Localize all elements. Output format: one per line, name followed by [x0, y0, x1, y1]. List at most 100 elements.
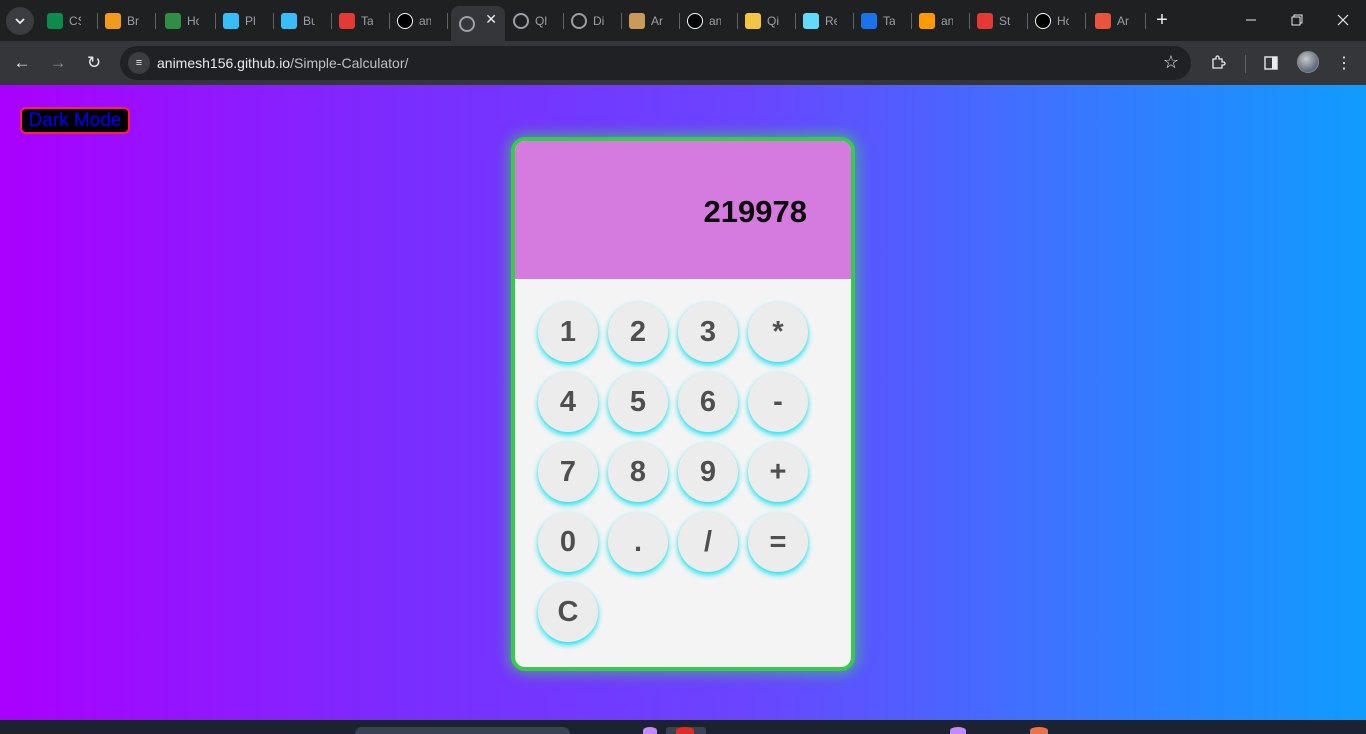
tab-title: Pl	[245, 14, 256, 28]
key-equals-button[interactable]: =	[748, 512, 808, 572]
browser-menu-button[interactable]: ⋮	[1331, 50, 1357, 76]
minimize-button[interactable]	[1228, 6, 1274, 34]
tab-title: an	[709, 14, 721, 28]
page-viewport: Dark Mode 219978 1 2 3 * 4 5 6- 7 8 9 +0. / = C	[0, 85, 1366, 720]
browser-tab[interactable]: Hc	[1027, 7, 1086, 35]
taskbar-search-box[interactable]	[355, 727, 570, 734]
close-icon	[1337, 14, 1349, 26]
key-4-button[interactable]: 4	[538, 372, 598, 432]
key-add-button[interactable]: +	[748, 442, 808, 502]
profile-avatar[interactable]	[1297, 51, 1319, 73]
side-panel-icon	[1264, 56, 1278, 70]
browser-tab[interactable]: St	[969, 7, 1028, 35]
reload-button[interactable]: ↻	[80, 49, 108, 77]
display-value: 219978	[703, 194, 807, 229]
tune-icon: ≡	[135, 57, 143, 69]
dark-mode-button[interactable]: Dark Mode	[20, 107, 130, 134]
minimize-icon	[1246, 19, 1256, 21]
key-decimal-button[interactable]: .	[608, 512, 668, 572]
site-info-button[interactable]: ≡	[128, 52, 150, 74]
browser-toolbar: ← → ↻ ≡ animesh156.github.io/Simple-Calc…	[0, 41, 1366, 85]
key-6-button[interactable]: 6	[678, 372, 738, 432]
taskbar-app-icon[interactable]	[1030, 727, 1048, 734]
chat-bubble-icon	[745, 13, 761, 29]
back-button[interactable]: ←	[8, 49, 36, 77]
tab-title: Ar	[651, 14, 663, 28]
browser-tab[interactable]: Ta	[853, 7, 912, 35]
calculator-display: 219978	[515, 141, 851, 279]
image-icon	[629, 13, 645, 29]
tab-title: Hc	[187, 14, 199, 28]
arrow-right-icon: →	[49, 53, 67, 72]
tab-search-button[interactable]	[6, 7, 34, 35]
blue-circle-icon	[861, 13, 877, 29]
tab-title: an	[941, 14, 953, 28]
chevron-down-icon	[15, 18, 25, 25]
browser-tab[interactable]: an	[389, 7, 448, 35]
browser-tab[interactable]: ✕	[451, 6, 505, 41]
react-icon	[803, 13, 819, 29]
browser-tab[interactable]: Re	[795, 7, 854, 35]
key-9-button[interactable]: 9	[678, 442, 738, 502]
browser-tab[interactable]: Ql	[505, 7, 564, 35]
bar-chart-icon	[977, 13, 993, 29]
tailwind-icon	[223, 13, 239, 29]
bookmark-star-icon[interactable]: ☆	[1163, 52, 1179, 73]
tab-separator	[155, 13, 156, 29]
reload-icon: ↻	[86, 53, 102, 72]
key-3-button[interactable]: 3	[678, 302, 738, 362]
url-text[interactable]: animesh156.github.io/Simple-Calculator/	[157, 55, 408, 71]
x-logo-icon	[1035, 13, 1051, 29]
taskbar-app-icon[interactable]	[643, 727, 657, 734]
browser-tab[interactable]: an	[679, 7, 738, 35]
close-window-button[interactable]	[1320, 6, 1366, 34]
key-subtract-button[interactable]: -	[748, 372, 808, 432]
w-logo-icon	[47, 13, 63, 29]
tailwind-icon	[281, 13, 297, 29]
key-8-button[interactable]: 8	[608, 442, 668, 502]
key-0-button[interactable]: 0	[538, 512, 598, 572]
tab-close-icon[interactable]: ✕	[485, 11, 497, 28]
key-5-button[interactable]: 5	[608, 372, 668, 432]
browser-tab[interactable]: Br	[97, 7, 156, 35]
browser-tab[interactable]: Bu	[273, 7, 332, 35]
address-bar[interactable]: ≡ animesh156.github.io/Simple-Calculator…	[120, 46, 1191, 80]
tab-title: an	[419, 14, 431, 28]
key-divide-button[interactable]: /	[678, 512, 738, 572]
browser-tab[interactable]: Ar	[1087, 7, 1146, 35]
forward-button[interactable]: →	[44, 49, 72, 77]
key-2-button[interactable]: 2	[608, 302, 668, 362]
browser-tab[interactable]: Pl	[215, 7, 274, 35]
key-multiply-button[interactable]: *	[748, 302, 808, 362]
plus-icon: +	[1156, 8, 1168, 31]
new-tab-button[interactable]: +	[1150, 8, 1174, 32]
browser-tab[interactable]: Ar	[621, 7, 680, 35]
side-panel-button[interactable]	[1258, 50, 1284, 76]
tab-title: Re	[825, 14, 837, 28]
browser-tab[interactable]: Di	[563, 7, 622, 35]
browser-tab[interactable]: an	[911, 7, 970, 35]
tab-title: Qi	[767, 14, 779, 28]
tab-title: CS	[69, 14, 81, 28]
key-1-button[interactable]: 1	[538, 302, 598, 362]
extensions-button[interactable]	[1205, 50, 1231, 76]
browser-tab[interactable]: Hc	[157, 7, 216, 35]
github-icon	[687, 13, 703, 29]
tab-title: Bu	[303, 14, 315, 28]
browser-tab[interactable]: CS	[39, 7, 98, 35]
tab-title: Hc	[1057, 14, 1069, 28]
taskbar-chrome-icon[interactable]	[676, 727, 694, 734]
tab-title: Ql	[535, 14, 547, 28]
browser-tab[interactable]: Qi	[737, 7, 796, 35]
tab-separator	[1085, 13, 1086, 29]
key-7-button[interactable]: 7	[538, 442, 598, 502]
geeksforgeeks-icon	[165, 13, 181, 29]
key-clear-button[interactable]: C	[538, 582, 598, 642]
taskbar-app-icon[interactable]	[950, 727, 966, 734]
restore-button[interactable]	[1274, 6, 1320, 34]
puzzle-icon	[1212, 55, 1226, 69]
brevo-logo-icon	[105, 13, 121, 29]
browser-tab[interactable]: Ta	[331, 7, 390, 35]
tab-title: Br	[127, 14, 139, 28]
url-path: /Simple-Calculator/	[290, 55, 409, 71]
